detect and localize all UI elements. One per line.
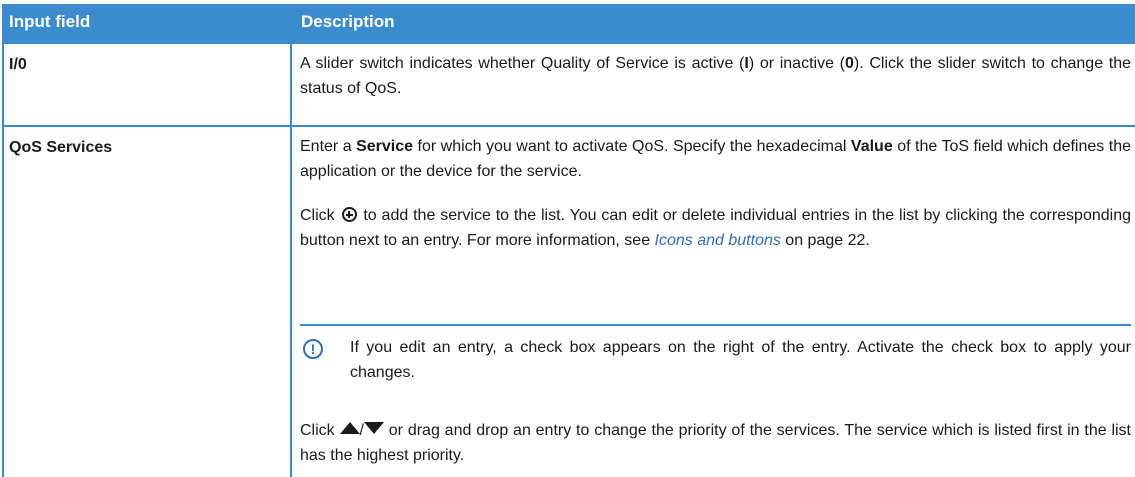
qos-paragraph-3: Click / or drag and drop an entry to cha… — [300, 418, 1131, 468]
info-icon: ! — [303, 339, 323, 359]
arrow-up-icon — [339, 422, 360, 434]
para-text: for which you want to activate QoS. Spec… — [413, 138, 851, 155]
column-header-description: Description — [301, 12, 395, 31]
value-term: Value — [850, 138, 893, 155]
field-description-table: Input field Description I/0 A slider swi… — [2, 4, 1135, 477]
qos-paragraph-1: Enter a Service for which you want to ac… — [300, 134, 1131, 184]
row-divider — [2, 125, 1135, 127]
para-text: Enter a — [300, 138, 357, 155]
column-header-input-field: Input field — [9, 12, 91, 31]
add-circle-icon — [341, 207, 357, 222]
note-top-rule — [300, 324, 1131, 326]
arrow-down-icon — [363, 422, 384, 434]
desc-text: A slider switch indicates whether Qualit… — [300, 55, 745, 72]
para-text: Click — [300, 422, 340, 439]
table-header: Input field Description — [2, 4, 1135, 44]
desc-text: ) or inactive ( — [748, 55, 845, 72]
row-label-i0: I/0 — [9, 56, 27, 73]
para-text: or drag and drop an entry to change the … — [300, 422, 1132, 464]
inactive-value: 0 — [844, 55, 854, 72]
row-label-qos-services: QoS Services — [9, 139, 113, 156]
qos-paragraph-2: Click to add the service to the list. Yo… — [300, 203, 1131, 253]
note-text: If you edit an entry, a check box appear… — [350, 339, 1131, 381]
row-description-i0: A slider switch indicates whether Qualit… — [300, 51, 1131, 101]
para-text: Click — [300, 207, 340, 224]
icons-and-buttons-link[interactable]: Icons and buttons — [655, 232, 781, 249]
table-left-border — [2, 44, 4, 477]
column-divider — [290, 44, 292, 477]
service-term: Service — [356, 138, 414, 155]
para-text: on page 22. — [780, 232, 870, 249]
